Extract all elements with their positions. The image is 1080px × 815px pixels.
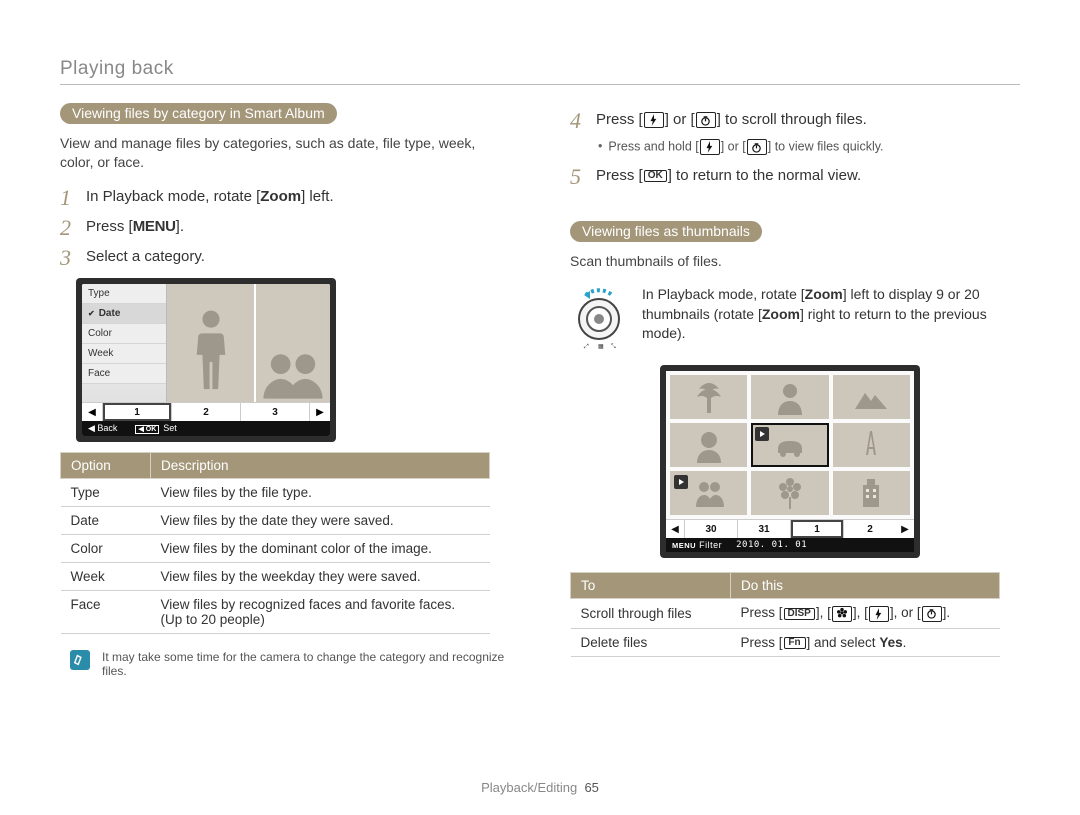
strip-left-icon: ◀ <box>82 403 103 421</box>
do-scroll: Press [DISP], [], [], or []. <box>731 599 1000 628</box>
step-num-5: 5 <box>570 165 586 189</box>
macro-icon <box>832 606 852 622</box>
thumb-palm-icon <box>670 375 747 419</box>
opt-type: Type <box>61 479 151 507</box>
right-column: 4 Press [] or [] to scroll through files… <box>570 103 1020 678</box>
thumb-people-icon <box>670 471 747 515</box>
options-table: Option Description TypeView files by the… <box>60 452 490 634</box>
thumb-person-icon <box>167 284 254 402</box>
pill-smart-album: Viewing files by category in Smart Album <box>60 103 337 124</box>
thumb-car-icon <box>751 423 828 467</box>
svg-text:⤡: ⤡ <box>611 343 616 350</box>
to-scroll: Scroll through ﬁles <box>571 599 731 628</box>
note-box: It may take some time for the camera to … <box>70 650 510 678</box>
opt-date: Date <box>61 507 151 535</box>
date-strip-2: ◀ 30 31 1 2 ▶ <box>666 519 914 538</box>
video-badge-icon <box>674 475 688 489</box>
strip2-c1: 30 <box>684 520 737 538</box>
thumb-tower-icon <box>833 423 910 467</box>
note-text: It may take some time for the camera to … <box>102 650 510 678</box>
opt-type-d: View files by the file type. <box>151 479 490 507</box>
thumb-people-icon <box>254 284 330 402</box>
step-num-4: 4 <box>570 109 586 133</box>
status-back: Back <box>88 423 117 434</box>
status2-menu-label: MENU <box>672 541 696 550</box>
strip-cell-3: 3 <box>241 403 309 421</box>
step-4-bullet: •Press and hold [] or [] to view files q… <box>598 139 1020 155</box>
pill-thumbnails: Viewing files as thumbnails <box>570 221 762 242</box>
step-num-2: 2 <box>60 216 76 240</box>
menu-face: Face <box>82 364 166 384</box>
do-delete: Press [Fn] and select Yes. <box>731 628 1000 656</box>
thumb-mountain-icon <box>833 375 910 419</box>
opt-face-d: View files by recognized faces and favor… <box>151 591 490 634</box>
totable-h-do: Do this <box>731 573 1000 599</box>
ok-icon: OK <box>644 170 667 182</box>
step-1-text: In Playback mode, rotate [Zoom] left. <box>86 186 334 207</box>
strip-cell-1: 1 <box>103 403 172 421</box>
svg-text:▦: ▦ <box>598 344 604 350</box>
step-2-text: Press [MENU]. <box>86 216 184 237</box>
status-bar: Back OKSet <box>82 421 330 436</box>
flash-icon <box>869 606 889 622</box>
flash-left-icon-b <box>700 139 720 155</box>
menu-week: Week <box>82 344 166 364</box>
smart-album-intro: View and manage files by categories, suc… <box>60 134 510 172</box>
flash-left-icon <box>644 112 664 128</box>
strip2-c4: 2 <box>843 520 896 538</box>
thumb-building-icon <box>833 471 910 515</box>
opt-face: Face <box>61 591 151 634</box>
step-4-text: Press [] or [] to scroll through files. <box>596 109 867 130</box>
footer: Playback/Editing 65 <box>0 780 1080 795</box>
strip-right-icon: ▶ <box>309 403 330 421</box>
video-badge-icon <box>755 427 769 441</box>
zoom-dial-icon: ⤢ ▦ ⤡ <box>570 285 628 351</box>
zoom-instruction: In Playback mode, rotate [Zoom] left to … <box>642 285 1020 344</box>
menu-type: Type <box>82 284 166 304</box>
section-label: Playing back <box>60 58 1020 85</box>
menu-date: Date <box>82 304 166 324</box>
strip2-c3: 1 <box>790 520 843 538</box>
lcd-thumbnails: ◀ 30 31 1 2 ▶ MENU Filter 2010. 01. 01 <box>660 365 920 558</box>
strip2-c2: 31 <box>737 520 790 538</box>
thumb-flower-icon <box>751 471 828 515</box>
footer-page: 65 <box>584 780 598 795</box>
totable-h-to: To <box>571 573 731 599</box>
strip-cell-2: 2 <box>172 403 241 421</box>
step-5-text: Press [OK] to return to the normal view. <box>596 165 861 186</box>
lcd-smart-album: Type Date Color Week Face <box>76 278 336 442</box>
date-strip: ◀ 1 2 3 ▶ <box>82 402 330 421</box>
thumb-portrait-icon <box>751 375 828 419</box>
opt-week-d: View files by the weekday they were save… <box>151 563 490 591</box>
timer-right-icon <box>696 112 716 128</box>
step-num-1: 1 <box>60 186 76 210</box>
note-icon <box>70 650 90 670</box>
to-delete: Delete ﬁles <box>571 628 731 656</box>
to-do-table: To Do this Scroll through ﬁles Press [DI… <box>570 572 1000 656</box>
category-menu: Type Date Color Week Face <box>82 284 167 402</box>
status-bar-2: MENU Filter 2010. 01. 01 <box>666 538 914 552</box>
step-3-text: Select a category. <box>86 246 205 267</box>
strip2-left-icon: ◀ <box>666 520 684 538</box>
timer-right-icon-b <box>747 139 767 155</box>
optable-h-option: Option <box>61 453 151 479</box>
opt-color-d: View files by the dominant color of the … <box>151 535 490 563</box>
menu-color: Color <box>82 324 166 344</box>
svg-text:⤢: ⤢ <box>584 343 589 350</box>
footer-section: Playback/Editing <box>481 780 577 795</box>
optable-h-desc: Description <box>151 453 490 479</box>
status-set: OKSet <box>135 423 176 434</box>
opt-date-d: View files by the date they were saved. <box>151 507 490 535</box>
fn-icon: Fn <box>784 637 806 649</box>
timer-icon <box>922 606 942 622</box>
status2-date: 2010. 01. 01 <box>736 540 807 550</box>
step-num-3: 3 <box>60 246 76 270</box>
strip2-right-icon: ▶ <box>896 520 914 538</box>
left-column: Viewing files by category in Smart Album… <box>60 103 510 678</box>
opt-week: Week <box>61 563 151 591</box>
opt-color: Color <box>61 535 151 563</box>
thumb-person2-icon <box>670 423 747 467</box>
disp-icon: DISP <box>784 608 815 620</box>
thumbnails-intro: Scan thumbnails of files. <box>570 252 1020 271</box>
